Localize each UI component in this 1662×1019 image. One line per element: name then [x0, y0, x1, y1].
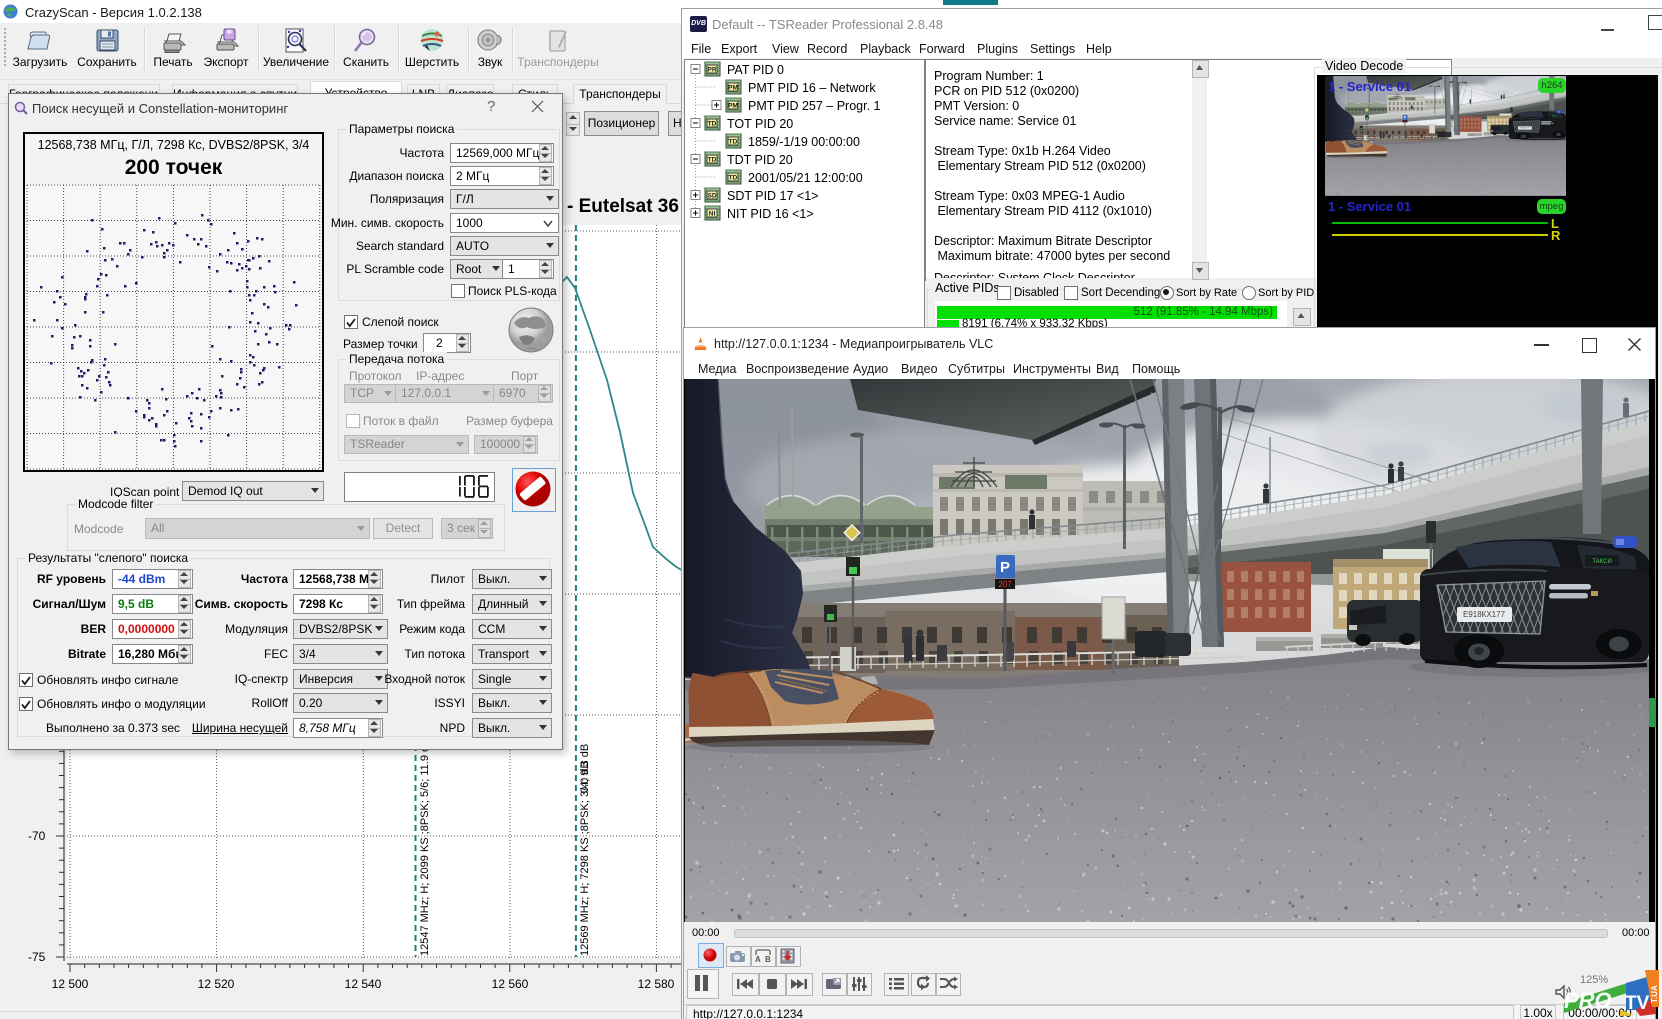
svg-text:T.UA: T.UA [1650, 985, 1659, 1003]
svg-text:TD: TD [729, 139, 738, 146]
svg-text:PM: PM [728, 85, 738, 92]
svg-text:A: A [755, 955, 761, 964]
svg-text:TD: TD [729, 175, 738, 182]
svg-text:NI: NI [709, 211, 716, 218]
svg-text:PR: PR [707, 67, 716, 74]
svg-text:B: B [765, 955, 771, 964]
svg-text:PM: PM [728, 103, 738, 110]
svg-text:PRO: PRO [1564, 988, 1612, 1013]
svg-text:TD: TD [708, 157, 717, 164]
svg-text:TD: TD [708, 121, 717, 128]
svg-text:TV: TV [1625, 993, 1650, 1014]
svg-text:SD: SD [707, 193, 716, 200]
